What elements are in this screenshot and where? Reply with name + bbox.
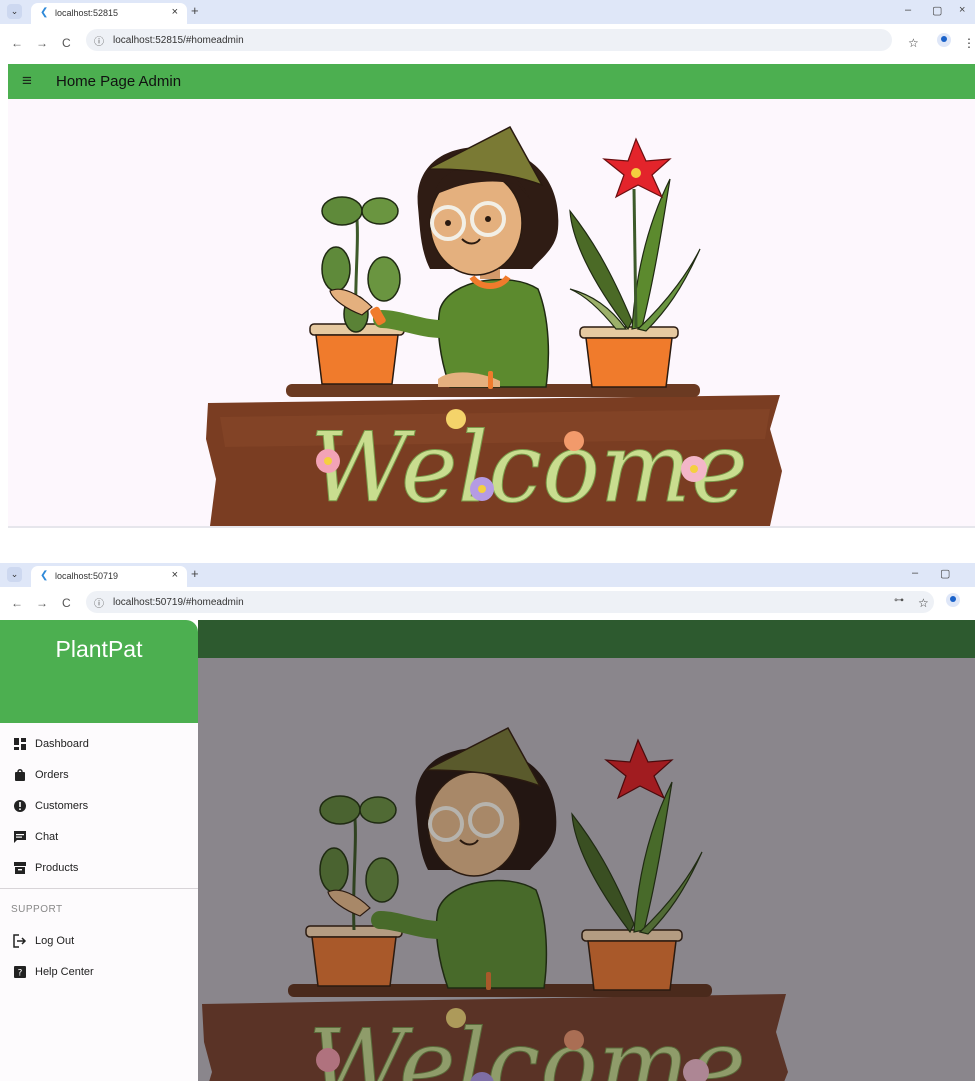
address-bar-row: ← → C ⓘ localhost:52815/#homeadmin ☆ ⋮ [0,24,975,64]
back-button[interactable]: ← [11,36,23,50]
url-text[interactable]: localhost:52815/#homeadmin [113,35,244,46]
browser-tab[interactable]: ❮ localhost:50719 × [31,566,187,587]
shopping-bag-icon [13,768,27,782]
drawer-item-help-center[interactable]: ? Help Center [0,960,198,986]
welcome-illustration-dimmed: Welcome [202,727,788,1081]
tab-close-icon[interactable]: × [172,6,178,18]
reload-button[interactable]: C [62,36,71,50]
logout-icon [13,934,27,948]
drawer-item-label: Products [35,862,79,874]
minimize-button[interactable]: – [905,4,911,16]
new-tab-button[interactable]: + [191,3,199,18]
drawer-item-log-out[interactable]: Log Out [0,929,198,955]
profile-avatar[interactable] [937,33,951,47]
address-bar-row: ← → C ⓘ localhost:50719/#homeadmin ⊶ ☆ [0,587,975,620]
browser-window-1: ⌄ ❮ localhost:52815 × + – ▢ × ← → C ⓘ lo… [0,0,975,528]
bookmark-star-icon[interactable]: ☆ [918,596,929,610]
site-info-icon[interactable]: ⓘ [94,595,104,610]
help-icon: ? [13,965,27,979]
restore-button[interactable]: ▢ [940,567,950,580]
tab-search-button[interactable]: ⌄ [7,567,22,582]
page-title: Home Page Admin [56,73,182,90]
drawer-item-products[interactable]: Products [0,856,198,882]
new-tab-button[interactable]: + [191,566,199,581]
archive-box-icon [13,861,27,875]
page-body-dimmed[interactable]: Welcome [198,658,975,1081]
bookmark-star-icon[interactable]: ☆ [908,36,919,50]
drawer-item-label: Customers [35,800,89,812]
reload-button[interactable]: C [62,596,71,610]
tab-close-icon[interactable]: × [172,569,178,581]
drawer-item-chat[interactable]: Chat [0,825,198,851]
app-bar-dimmed [198,620,975,658]
drawer-item-label: Log Out [35,935,75,947]
dashboard-icon [13,737,27,751]
forward-button[interactable]: → [36,36,48,50]
drawer-item-label: Orders [35,769,69,781]
tab-search-button[interactable]: ⌄ [7,4,22,19]
tab-strip: ⌄ ❮ localhost:52815 × + – ▢ × [0,0,975,24]
drawer-item-label: Dashboard [35,738,89,750]
chat-bubble-icon [13,830,27,844]
drawer-item-label: Chat [35,831,59,843]
svg-text:?: ? [18,969,23,979]
omnibox[interactable]: ⓘ localhost:50719/#homeadmin ⊶ [86,591,934,613]
drawer-item-orders[interactable]: Orders [0,763,198,789]
tab-title: localhost:50719 [55,571,119,581]
browser-tab[interactable]: ❮ localhost:52815 × [31,3,187,24]
drawer-divider [0,888,198,889]
tab-title: localhost:52815 [55,8,119,18]
minimize-button[interactable]: – [912,567,918,579]
site-info-icon[interactable]: ⓘ [94,33,104,48]
flutter-favicon-icon: ❮ [40,7,49,18]
alert-circle-icon [13,799,27,813]
url-text[interactable]: localhost:50719/#homeadmin [113,597,244,608]
section-label-support: SUPPORT [11,904,63,915]
drawer-item-dashboard[interactable]: Dashboard [0,732,198,758]
drawer-item-customers[interactable]: Customers [0,794,198,820]
restore-button[interactable]: ▢ [932,4,942,17]
welcome-text: Welcome [308,1009,746,1081]
navigation-drawer: PlantPat Dashboard Orders Customers Chat [0,620,198,1081]
profile-avatar[interactable] [946,593,960,607]
welcome-illustration: Welcome [206,126,782,526]
back-button[interactable]: ← [11,596,23,610]
app-bar: ≡ Home Page Admin [8,64,975,99]
omnibox[interactable]: ⓘ localhost:52815/#homeadmin [86,29,892,51]
drawer-item-label: Help Center [35,966,94,978]
close-window-button[interactable]: × [959,4,965,16]
brand-name: PlantPat [55,636,143,662]
page-bottom-border [8,526,975,528]
forward-button[interactable]: → [36,596,48,610]
browser-window-2: ⌄ ❮ localhost:50719 × + – ▢ ← → C ⓘ loca… [0,563,975,1081]
drawer-header: PlantPat [0,620,198,723]
password-key-icon[interactable]: ⊶ [894,595,904,606]
hamburger-menu-icon[interactable]: ≡ [22,71,32,91]
tab-strip: ⌄ ❮ localhost:50719 × + – ▢ [0,563,975,587]
page-body: Welcome [8,99,975,526]
flutter-favicon-icon: ❮ [40,570,49,581]
browser-menu-icon[interactable]: ⋮ [963,36,975,50]
